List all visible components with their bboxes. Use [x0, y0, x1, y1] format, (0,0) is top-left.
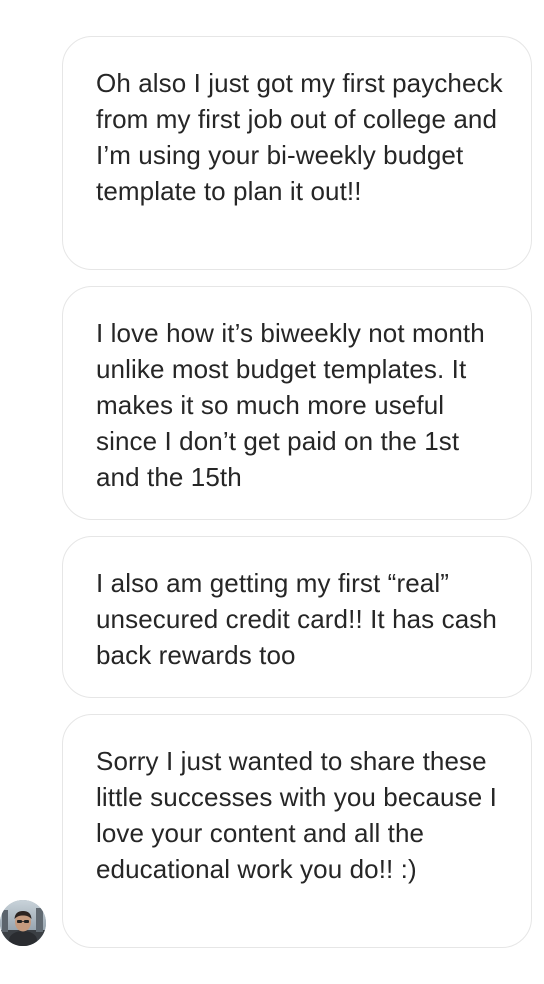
message-thread: Oh also I just got my first paycheck fro…	[0, 0, 544, 984]
message-bubble[interactable]: I love how it’s biweekly not month unlik…	[62, 286, 532, 520]
message-bubble[interactable]: Oh also I just got my first paycheck fro…	[62, 36, 532, 270]
sender-avatar[interactable]	[0, 900, 46, 946]
avatar-photo-icon	[0, 900, 46, 946]
message-text: Sorry I just wanted to share these littl…	[96, 746, 497, 884]
message-bubble[interactable]: I also am getting my first “real” unsecu…	[62, 536, 532, 698]
message-text: I also am getting my first “real” unsecu…	[96, 568, 497, 670]
message-bubble[interactable]: Sorry I just wanted to share these littl…	[62, 714, 532, 948]
message-text: Oh also I just got my first paycheck fro…	[96, 68, 503, 206]
message-text: I love how it’s biweekly not month unlik…	[96, 318, 485, 492]
